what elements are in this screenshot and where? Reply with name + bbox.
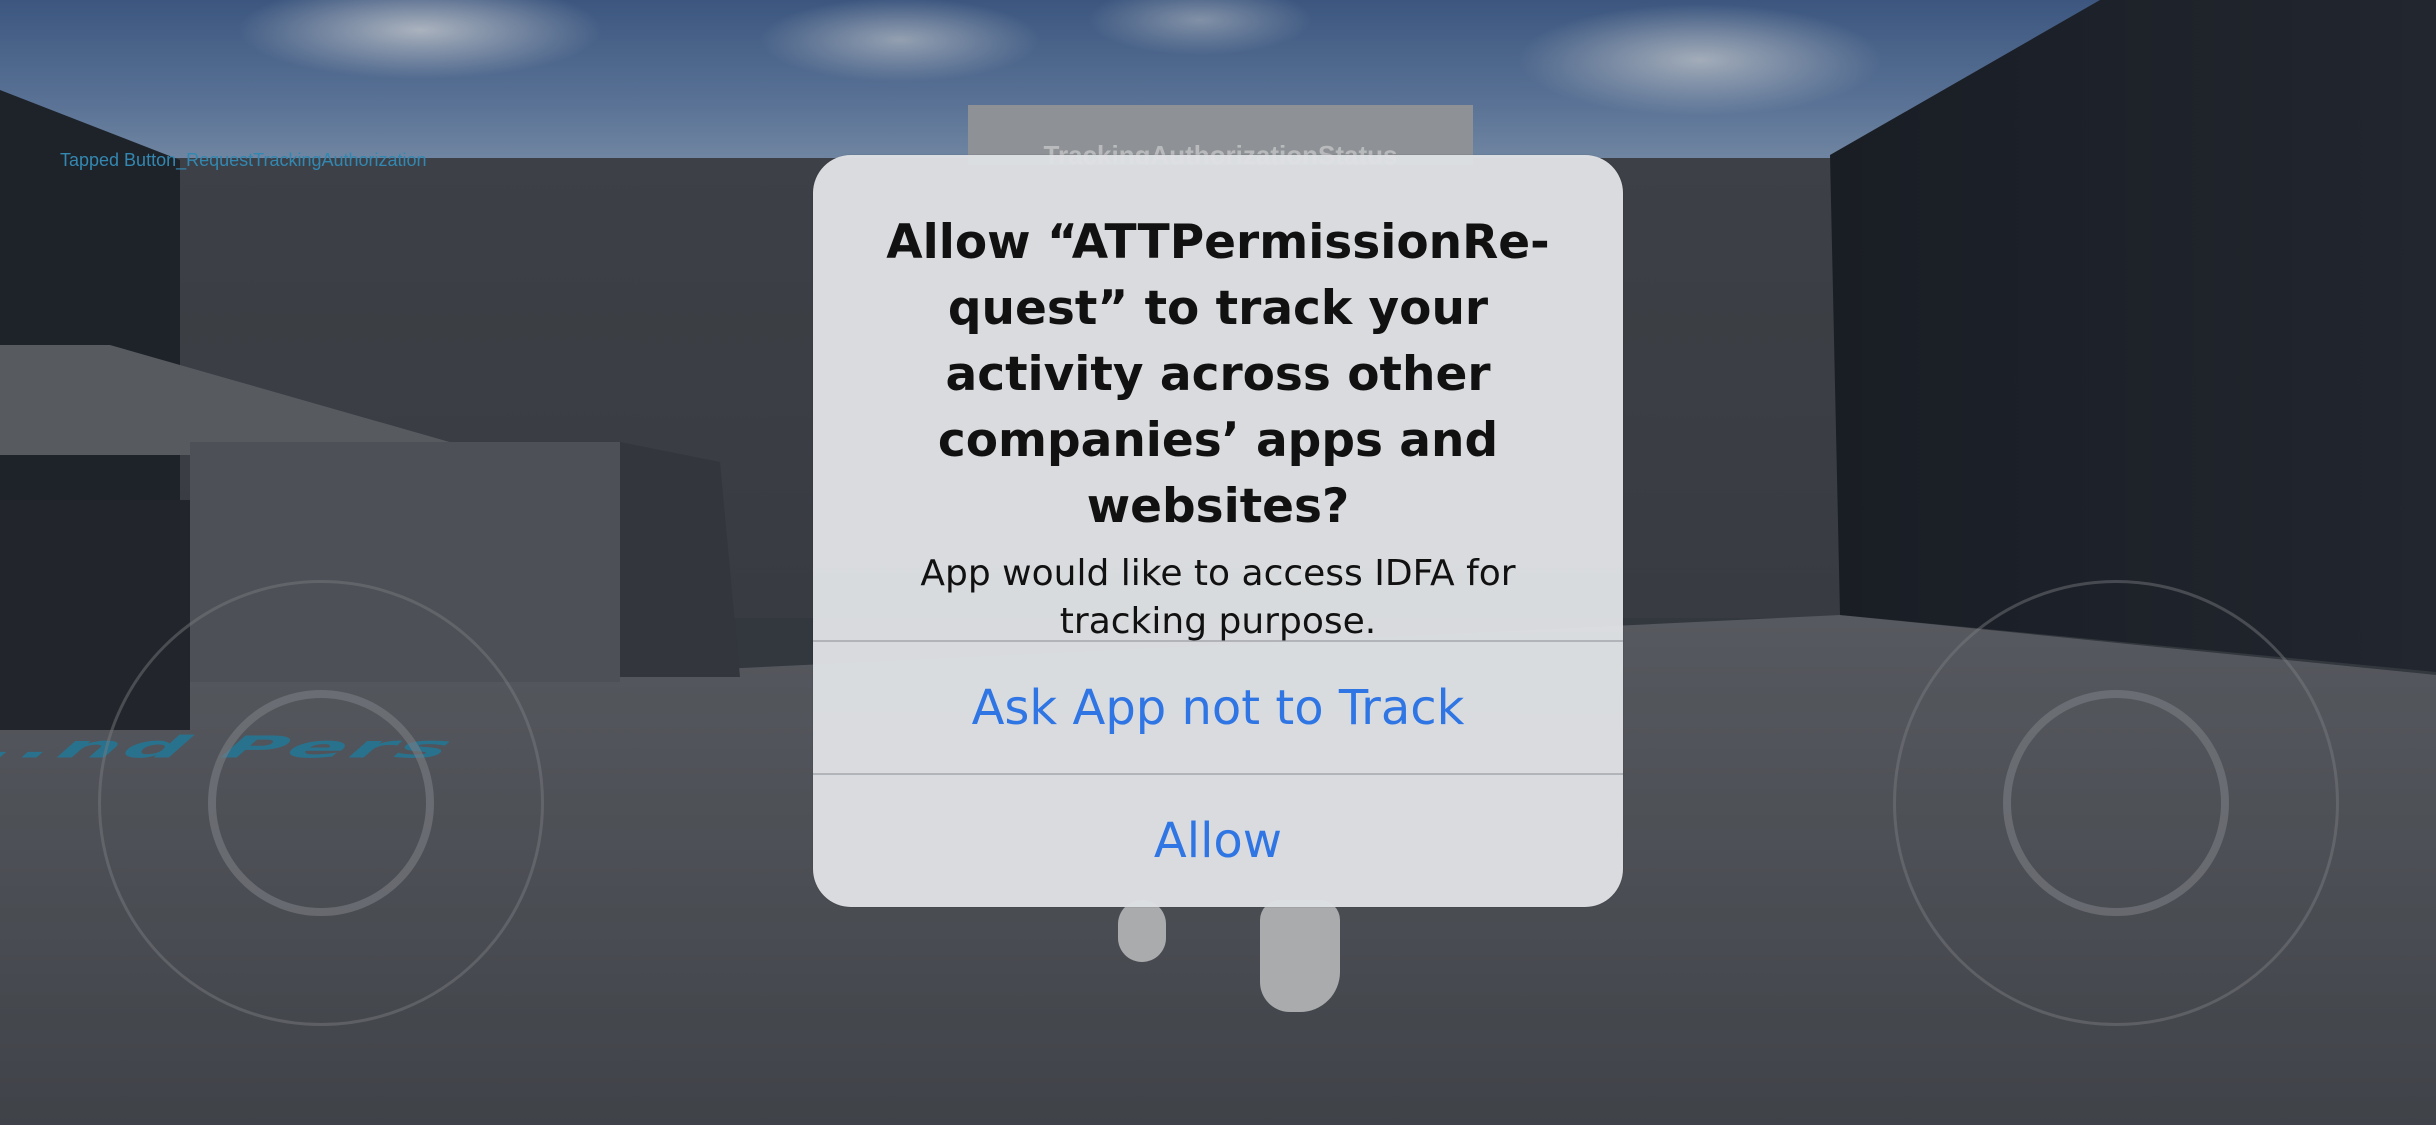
alert-content: Allow “ATTPermissionRe-quest” to track y…: [813, 155, 1623, 642]
alert-title: Allow “ATTPermissionRe-quest” to track y…: [886, 215, 1550, 534]
tracking-permission-alert: Allow “ATTPermissionRe-quest” to track y…: [813, 155, 1623, 907]
allow-button[interactable]: Allow: [813, 773, 1623, 906]
ask-not-to-track-button[interactable]: Ask App not to Track: [813, 640, 1623, 773]
game-viewport[interactable]: ...nd Pers TrackingAuthorizationStatus T…: [0, 0, 2436, 1125]
alert-message: App would like to access IDFA for tracki…: [920, 553, 1516, 642]
